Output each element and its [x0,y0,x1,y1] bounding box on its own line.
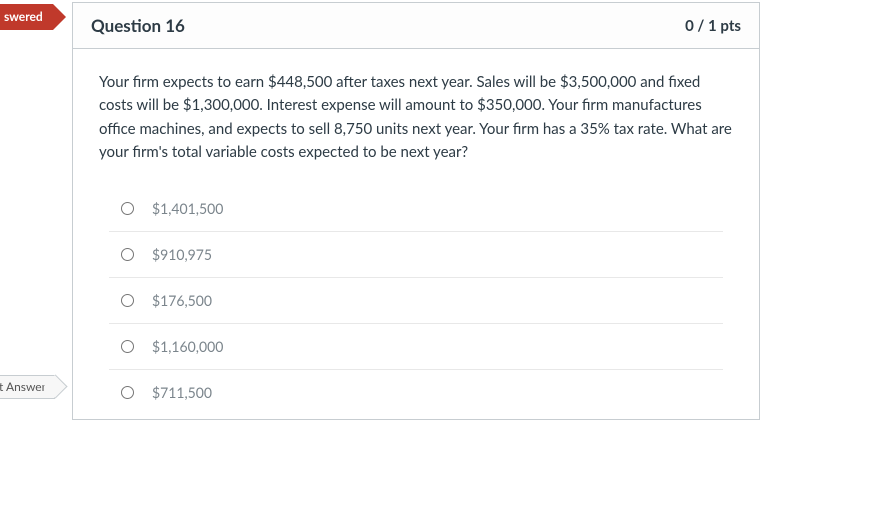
answer-label: $176,500 [152,292,212,309]
answer-option[interactable]: $1,401,500 [109,186,723,232]
question-title: Question 16 [91,15,185,36]
answer-radio[interactable] [121,248,134,261]
answer-option[interactable]: $176,500 [109,278,723,324]
status-badge-correct-answer: t Answer [0,375,55,399]
status-badge-unanswered: swered [0,4,53,30]
answer-option[interactable]: $1,160,000 [109,324,723,370]
answer-option[interactable]: $910,975 [109,232,723,278]
question-header: Question 16 0 / 1 pts [73,3,759,49]
answer-radio[interactable] [121,294,134,307]
answer-label: $910,975 [152,246,212,263]
answer-radio[interactable] [121,340,134,353]
question-body: Your firm expects to earn $448,500 after… [73,49,759,419]
question-text: Your firm expects to earn $448,500 after… [99,71,733,164]
answer-label: $1,401,500 [152,200,223,217]
answer-label: $711,500 [152,384,212,401]
answer-options: $1,401,500 $910,975 $176,500 $1,160,000 … [99,186,733,415]
answer-label: $1,160,000 [152,338,223,355]
answer-radio[interactable] [121,386,134,399]
question-card: Question 16 0 / 1 pts Your firm expects … [72,2,760,420]
status-badge-text: swered [4,9,43,24]
question-points: 0 / 1 pts [685,17,741,35]
answer-option[interactable]: $711,500 [109,370,723,415]
status-badge-text: t Answer [0,379,46,394]
answer-radio[interactable] [121,202,134,215]
